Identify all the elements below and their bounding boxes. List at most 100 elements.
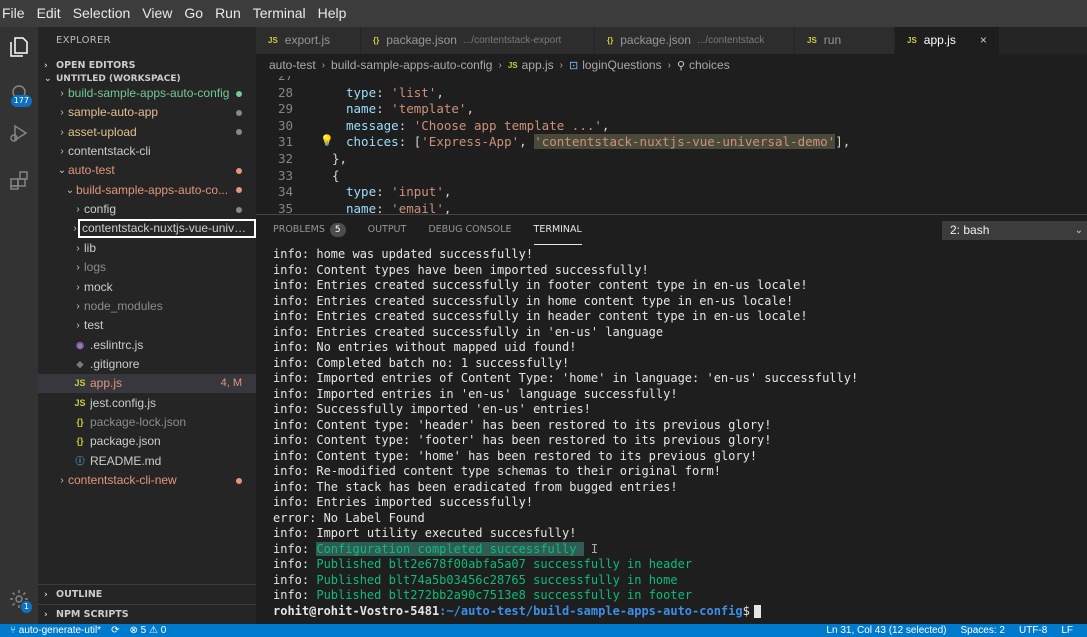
folder-item[interactable]: › contentstack-cli-new bbox=[38, 471, 256, 490]
terminal-line: info: Content type: 'home' has been rest… bbox=[273, 448, 758, 463]
cursor-position[interactable]: Ln 31, Col 43 (12 selected) bbox=[826, 625, 946, 636]
tree-item-label: app.js bbox=[90, 376, 123, 391]
npm-scripts-section[interactable]: › NPM SCRIPTS bbox=[38, 604, 256, 624]
breadcrumb-item[interactable]: loginQuestions bbox=[582, 58, 661, 72]
folder-item[interactable]: › sample-auto-app bbox=[38, 103, 256, 122]
file-type-icon: {} bbox=[76, 436, 84, 447]
extensions-icon[interactable] bbox=[0, 161, 38, 201]
menu-run[interactable]: Run bbox=[211, 0, 249, 27]
file-item[interactable]: {} package.json bbox=[38, 432, 256, 451]
tab-label: app.js bbox=[923, 33, 956, 47]
end-of-line[interactable]: LF bbox=[1061, 625, 1073, 636]
menu-help[interactable]: Help bbox=[314, 0, 355, 27]
indentation[interactable]: Spaces: 2 bbox=[961, 625, 1005, 636]
line-number: 35 bbox=[277, 200, 293, 214]
folder-item[interactable]: › node_modules bbox=[38, 297, 256, 316]
code-line: 28 type: 'list', bbox=[256, 85, 444, 102]
tree-item-label: asset-upload bbox=[68, 124, 137, 139]
file-item[interactable]: JS jest.config.js bbox=[38, 394, 256, 413]
terminal-select[interactable]: 2: bash ⌄ bbox=[942, 221, 1087, 240]
terminal-line: info: Completed batch no: 1 successfully… bbox=[273, 355, 570, 370]
tab-package-json[interactable]: {} package.json .../contentstack bbox=[595, 27, 795, 54]
chevron-right-icon: › bbox=[76, 204, 80, 216]
json-file-icon: {} bbox=[607, 36, 614, 45]
line-text: choices: ['Express-App', 'contentstack-n… bbox=[346, 134, 851, 150]
menu-file[interactable]: File bbox=[0, 0, 33, 27]
file-item[interactable]: ◆ .gitignore bbox=[38, 355, 256, 374]
tree-item-label: contentstack-nuxtjs-vue-univer... bbox=[78, 219, 256, 239]
tab-terminal[interactable]: TERMINAL bbox=[533, 215, 582, 245]
terminal-highlight: Configuration completed successfully bbox=[316, 541, 584, 556]
line-number: 34 bbox=[277, 184, 293, 200]
menu-view[interactable]: View bbox=[138, 0, 180, 27]
file-item[interactable]: ⓘ README.md bbox=[38, 452, 256, 471]
line-number: 32 bbox=[277, 151, 293, 166]
lightbulb-icon[interactable]: 💡 bbox=[320, 134, 334, 147]
breadcrumb-item[interactable]: choices bbox=[689, 58, 730, 72]
menu-edit[interactable]: Edit bbox=[33, 0, 69, 27]
terminal-output[interactable]: info: home was updated successfully! info… bbox=[273, 247, 1083, 623]
terminal-line: info: Entries created successfully in 'e… bbox=[273, 324, 664, 339]
git-branch[interactable]: ⑂ auto-generate-util* bbox=[10, 625, 101, 636]
line-number: 31 bbox=[277, 134, 293, 150]
file-item[interactable]: ◉ .eslintrc.js bbox=[38, 336, 256, 355]
file-type-icon: ◉ bbox=[76, 339, 84, 350]
open-editors-section[interactable]: › OPEN EDITORS bbox=[38, 56, 256, 76]
tab-app-js[interactable]: JS app.js × bbox=[895, 27, 1000, 54]
menu-selection[interactable]: Selection bbox=[69, 0, 139, 27]
tab-run[interactable]: JS run bbox=[795, 27, 895, 54]
tab-problems[interactable]: PROBLEMS 5 bbox=[273, 215, 346, 245]
folder-item[interactable]: › asset-upload bbox=[38, 123, 256, 142]
folder-item[interactable]: › contentstack-cli bbox=[38, 142, 256, 161]
folder-item[interactable]: ⌄ auto-test bbox=[38, 161, 256, 180]
problems-count-badge: 5 bbox=[329, 223, 346, 237]
run-debug-icon[interactable] bbox=[0, 113, 38, 153]
folder-item[interactable]: › lib bbox=[38, 239, 256, 258]
tree-item-label: .gitignore bbox=[90, 356, 140, 371]
close-icon[interactable]: × bbox=[980, 27, 987, 54]
string-value: 'template' bbox=[391, 101, 467, 117]
settings-gear-icon[interactable]: 1 bbox=[0, 579, 38, 619]
tab-package-json[interactable]: {} package.json .../contentstack-export bbox=[361, 27, 595, 54]
menu-terminal[interactable]: Terminal bbox=[249, 0, 314, 27]
string-value-selected: 'contentstack-nuxtjs-vue-universal-demo' bbox=[534, 134, 836, 150]
explorer-icon[interactable] bbox=[0, 27, 38, 67]
workspace-section[interactable]: ⌄ UNTITLED (WORKSPACE) bbox=[38, 74, 256, 84]
folder-item[interactable]: ⌄ build-sample-apps-auto-co... bbox=[38, 181, 256, 200]
file-item[interactable]: {} package-lock.json bbox=[38, 413, 256, 432]
settings-badge: 1 bbox=[20, 601, 32, 613]
terminal-prompt[interactable]: rohit@rohit-Vostro-5481:~/auto-test/buil… bbox=[273, 604, 761, 620]
tree-item-label: config bbox=[84, 202, 117, 217]
string-value: 'Choose app template ...' bbox=[413, 117, 602, 133]
editor-tabs: JS export.js {} package.json .../contentstac… bbox=[256, 27, 1087, 54]
folder-item[interactable]: › contentstack-nuxtjs-vue-univer... bbox=[38, 219, 256, 239]
tree-item-label: lib bbox=[84, 240, 97, 255]
source-control-icon[interactable]: 177 bbox=[0, 73, 38, 113]
string-value: 'email' bbox=[391, 200, 444, 214]
chevron-right-icon: › bbox=[76, 281, 80, 293]
tab-debug-console[interactable]: DEBUG CONSOLE bbox=[428, 215, 511, 245]
folder-item[interactable]: › mock bbox=[38, 278, 256, 297]
menu-go[interactable]: Go bbox=[180, 0, 211, 27]
encoding[interactable]: UTF-8 bbox=[1019, 625, 1047, 636]
menu-bar: File Edit Selection View Go Run Terminal Help bbox=[0, 0, 1087, 27]
breadcrumb-item[interactable]: build-sample-apps-auto-config bbox=[331, 58, 492, 72]
explorer-title: EXPLORER bbox=[56, 35, 111, 46]
folder-item[interactable]: › build-sample-apps-auto-config bbox=[38, 84, 256, 103]
terminal-line: info: Successfully imported 'en-us' entr… bbox=[273, 402, 591, 416]
problems-status[interactable]: ⊗ 5 ⚠ 0 bbox=[129, 625, 166, 636]
breadcrumb-item[interactable]: auto-test bbox=[269, 58, 316, 72]
file-item[interactable]: JS app.js 4, M bbox=[38, 374, 256, 394]
terminal-cursor bbox=[753, 604, 761, 618]
tab-output[interactable]: OUTPUT bbox=[368, 215, 407, 245]
folder-item[interactable]: › test bbox=[38, 316, 256, 335]
sync-icon[interactable]: ⟳ bbox=[111, 625, 119, 636]
tab-export-js[interactable]: JS export.js bbox=[256, 27, 361, 54]
breadcrumb-item[interactable]: app.js bbox=[522, 58, 554, 72]
tree-item-label: node_modules bbox=[84, 298, 163, 313]
folder-item[interactable]: › config bbox=[38, 200, 256, 219]
outline-section[interactable]: › OUTLINE bbox=[38, 584, 256, 604]
chevron-right-icon: › bbox=[60, 475, 64, 486]
folder-item[interactable]: › logs bbox=[38, 258, 256, 277]
code-editor[interactable]: 2728 type: 'list', 29 name: 'template', 30 me… bbox=[256, 76, 1087, 214]
